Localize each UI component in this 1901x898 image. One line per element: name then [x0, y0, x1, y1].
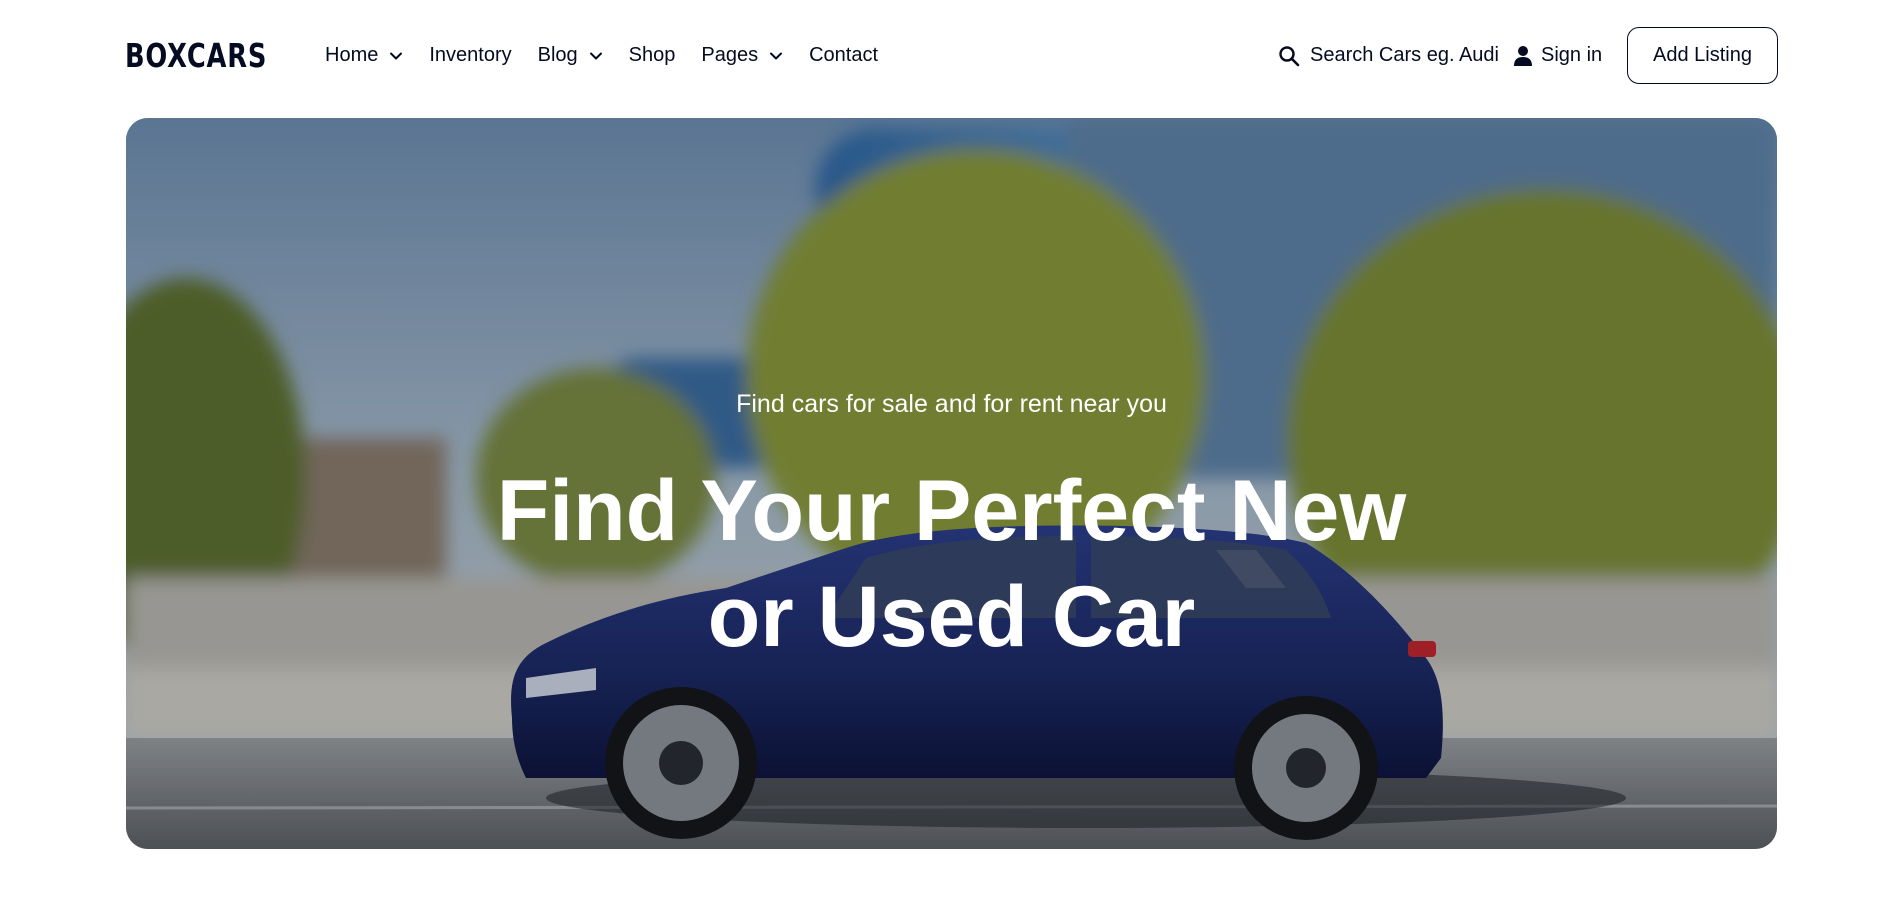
nav-item-blog[interactable]: Blog: [538, 44, 603, 67]
hero-banner: Find cars for sale and for rent near you…: [126, 118, 1777, 849]
main-nav: Home Inventory Blog Shop Pages Contact: [325, 44, 904, 67]
nav-item-label: Blog: [537, 44, 578, 66]
nav-item-inventory[interactable]: Inventory: [429, 44, 511, 67]
hero-subtitle: Find cars for sale and for rent near you: [736, 390, 1167, 418]
nav-item-label: Shop: [628, 44, 676, 66]
search-placeholder: Search Cars eg. Audi: [1310, 44, 1499, 66]
sign-in-link[interactable]: Sign in: [1513, 44, 1602, 67]
sign-in-label: Sign in: [1541, 44, 1603, 66]
nav-item-contact[interactable]: Contact: [809, 44, 878, 67]
hero-title-line-1: Find Your Perfect New: [496, 463, 1407, 559]
nav-item-label: Inventory: [429, 44, 512, 66]
hero-title: Find Your Perfect New or Used Car: [126, 458, 1777, 670]
chevron-down-icon: [770, 52, 783, 59]
add-listing-button[interactable]: Add Listing: [1627, 27, 1778, 84]
nav-item-label: Home: [325, 44, 379, 66]
nav-item-label: Contact: [809, 44, 879, 66]
nav-item-pages[interactable]: Pages: [701, 44, 783, 67]
nav-item-home[interactable]: Home: [325, 44, 403, 67]
site-header: BOXCARS Home Inventory Blog Shop Pages C…: [0, 0, 1901, 114]
chevron-down-icon: [390, 52, 403, 59]
chevron-down-icon: [589, 52, 602, 59]
nav-item-shop[interactable]: Shop: [629, 44, 676, 67]
hero-title-line-2: or Used Car: [707, 569, 1196, 665]
search-icon: [1279, 45, 1300, 66]
nav-item-label: Pages: [701, 44, 759, 66]
user-icon: [1514, 45, 1532, 66]
search-box[interactable]: Search Cars eg. Audi: [1278, 44, 1499, 67]
brand-logo[interactable]: BOXCARS: [125, 36, 267, 75]
